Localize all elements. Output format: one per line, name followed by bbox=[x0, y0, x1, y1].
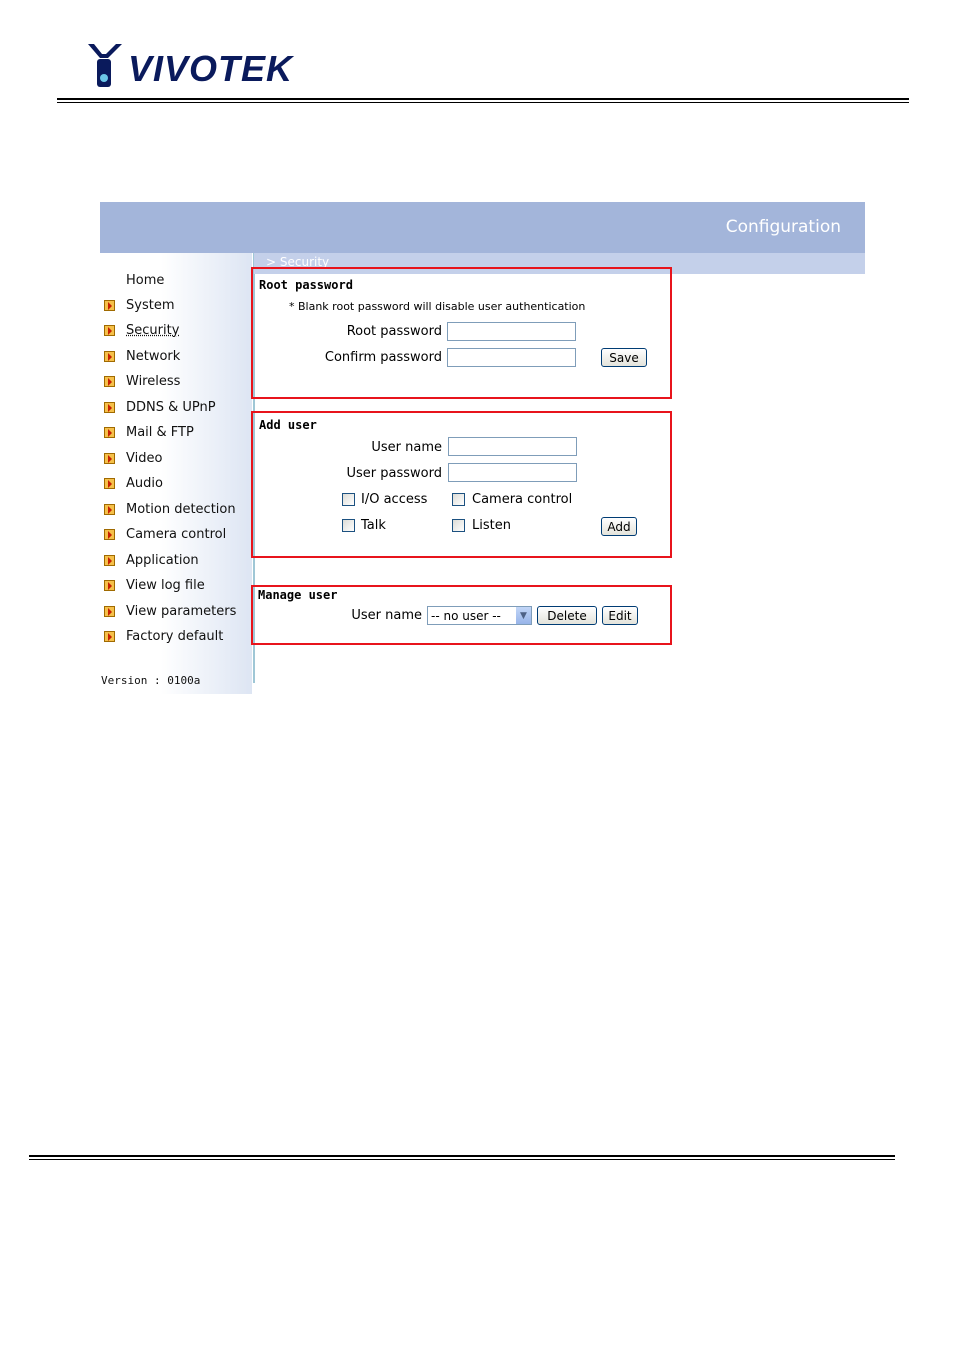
arrow-bullet-icon bbox=[104, 579, 115, 591]
sidebar-item-label: Network bbox=[126, 348, 181, 364]
talk-label: Talk bbox=[361, 518, 386, 533]
arrow-bullet-icon bbox=[104, 554, 115, 566]
root-password-panel: Root password * Blank root password will… bbox=[251, 267, 672, 399]
user-select-value: -- no user -- bbox=[431, 608, 501, 623]
arrow-bullet-icon bbox=[104, 426, 115, 438]
sidebar-item-wireless[interactable]: Wireless bbox=[104, 371, 180, 391]
arrow-bullet-icon bbox=[104, 477, 115, 489]
confirm-password-input[interactable] bbox=[447, 348, 576, 367]
arrow-bullet-icon bbox=[104, 401, 115, 413]
brand-name: VIVOTEK bbox=[128, 48, 294, 89]
vivotek-logo: VIVOTEK bbox=[86, 42, 292, 92]
sidebar-item-label: Camera control bbox=[126, 526, 227, 542]
user-password-input[interactable] bbox=[448, 463, 577, 482]
arrow-bullet-icon bbox=[104, 503, 115, 515]
delete-user-button[interactable]: Delete bbox=[537, 606, 597, 625]
root-password-note: * Blank root password will disable user … bbox=[289, 300, 586, 313]
sidebar-item-motion-detection[interactable]: Motion detection bbox=[104, 499, 236, 519]
sidebar-item-security[interactable]: Security bbox=[104, 320, 179, 340]
username-label: User name bbox=[371, 440, 442, 455]
user-password-label: User password bbox=[346, 466, 442, 481]
footer-divider bbox=[29, 1155, 895, 1160]
camera-control-checkbox[interactable] bbox=[452, 493, 465, 506]
sidebar-item-view-log-file[interactable]: View log file bbox=[104, 575, 205, 595]
edit-user-button[interactable]: Edit bbox=[602, 606, 638, 625]
sidebar-item-label: Audio bbox=[126, 475, 163, 491]
sidebar-item-video[interactable]: Video bbox=[104, 448, 162, 468]
talk-checkbox[interactable] bbox=[342, 519, 355, 532]
manage-user-panel: Manage user User name -- no user -- ▼ De… bbox=[251, 585, 672, 645]
sidebar-item-label: Factory default bbox=[126, 628, 224, 644]
save-button[interactable]: Save bbox=[601, 348, 647, 367]
listen-checkbox[interactable] bbox=[452, 519, 465, 532]
manage-username-label: User name bbox=[351, 608, 422, 623]
sidebar-item-network[interactable]: Network bbox=[104, 346, 180, 366]
user-select[interactable]: -- no user -- ▼ bbox=[427, 606, 532, 625]
arrow-bullet-icon bbox=[104, 605, 115, 617]
username-input[interactable] bbox=[448, 437, 577, 456]
sidebar-item-ddns-upnp[interactable]: DDNS & UPnP bbox=[104, 397, 216, 417]
banner: Configuration bbox=[100, 202, 865, 253]
sidebar-item-label: Mail & FTP bbox=[126, 424, 194, 440]
section-title: Add user bbox=[259, 418, 317, 432]
confirm-password-label: Confirm password bbox=[324, 350, 442, 365]
sidebar-item-label: Video bbox=[126, 450, 163, 466]
sidebar-item-label: System bbox=[126, 297, 175, 313]
arrow-bullet-icon bbox=[104, 375, 115, 387]
arrow-bullet-icon bbox=[104, 528, 115, 540]
sidebar-item-label: View log file bbox=[126, 577, 205, 593]
sidebar-item-view-parameters[interactable]: View parameters bbox=[104, 601, 236, 621]
version-label: Version : 0100a bbox=[101, 674, 201, 687]
sidebar-item-mail-ftp[interactable]: Mail & FTP bbox=[104, 422, 194, 442]
sidebar-item-label: DDNS & UPnP bbox=[126, 399, 216, 415]
chevron-down-icon[interactable]: ▼ bbox=[516, 607, 531, 624]
root-password-input[interactable] bbox=[447, 322, 576, 341]
arrow-bullet-icon bbox=[104, 630, 115, 642]
add-user-button[interactable]: Add bbox=[601, 517, 637, 536]
io-access-label: I/O access bbox=[361, 492, 428, 507]
sidebar-item-application[interactable]: Application bbox=[104, 550, 199, 570]
banner-title: Configuration bbox=[725, 217, 841, 237]
arrow-bullet-icon bbox=[104, 324, 115, 336]
camera-logo-icon bbox=[88, 44, 122, 87]
header-divider bbox=[57, 98, 909, 103]
section-title: Manage user bbox=[258, 588, 338, 602]
sidebar-item-label: Application bbox=[126, 552, 199, 568]
sidebar-item-factory-default[interactable]: Factory default bbox=[104, 626, 223, 646]
arrow-bullet-icon bbox=[104, 350, 115, 362]
sidebar-item-audio[interactable]: Audio bbox=[104, 473, 163, 493]
sidebar-item-label: Wireless bbox=[126, 373, 181, 389]
camera-control-label: Camera control bbox=[472, 492, 573, 507]
sidebar-item-camera-control[interactable]: Camera control bbox=[104, 524, 226, 544]
arrow-bullet-icon bbox=[104, 452, 115, 464]
sidebar-item-home[interactable]: Home bbox=[104, 270, 164, 290]
section-title: Root password bbox=[259, 278, 353, 292]
io-access-checkbox[interactable] bbox=[342, 493, 355, 506]
sidebar-item-label: Security bbox=[126, 322, 180, 338]
root-password-label: Root password bbox=[346, 324, 442, 339]
arrow-bullet-icon bbox=[104, 299, 115, 311]
listen-label: Listen bbox=[472, 518, 511, 533]
sidebar-item-label: Motion detection bbox=[126, 501, 236, 517]
add-user-panel: Add user User name User password I/O acc… bbox=[251, 411, 672, 558]
sidebar-item-label: Home bbox=[126, 272, 165, 288]
sidebar-item-label: View parameters bbox=[126, 603, 237, 619]
sidebar-item-system[interactable]: System bbox=[104, 295, 174, 315]
